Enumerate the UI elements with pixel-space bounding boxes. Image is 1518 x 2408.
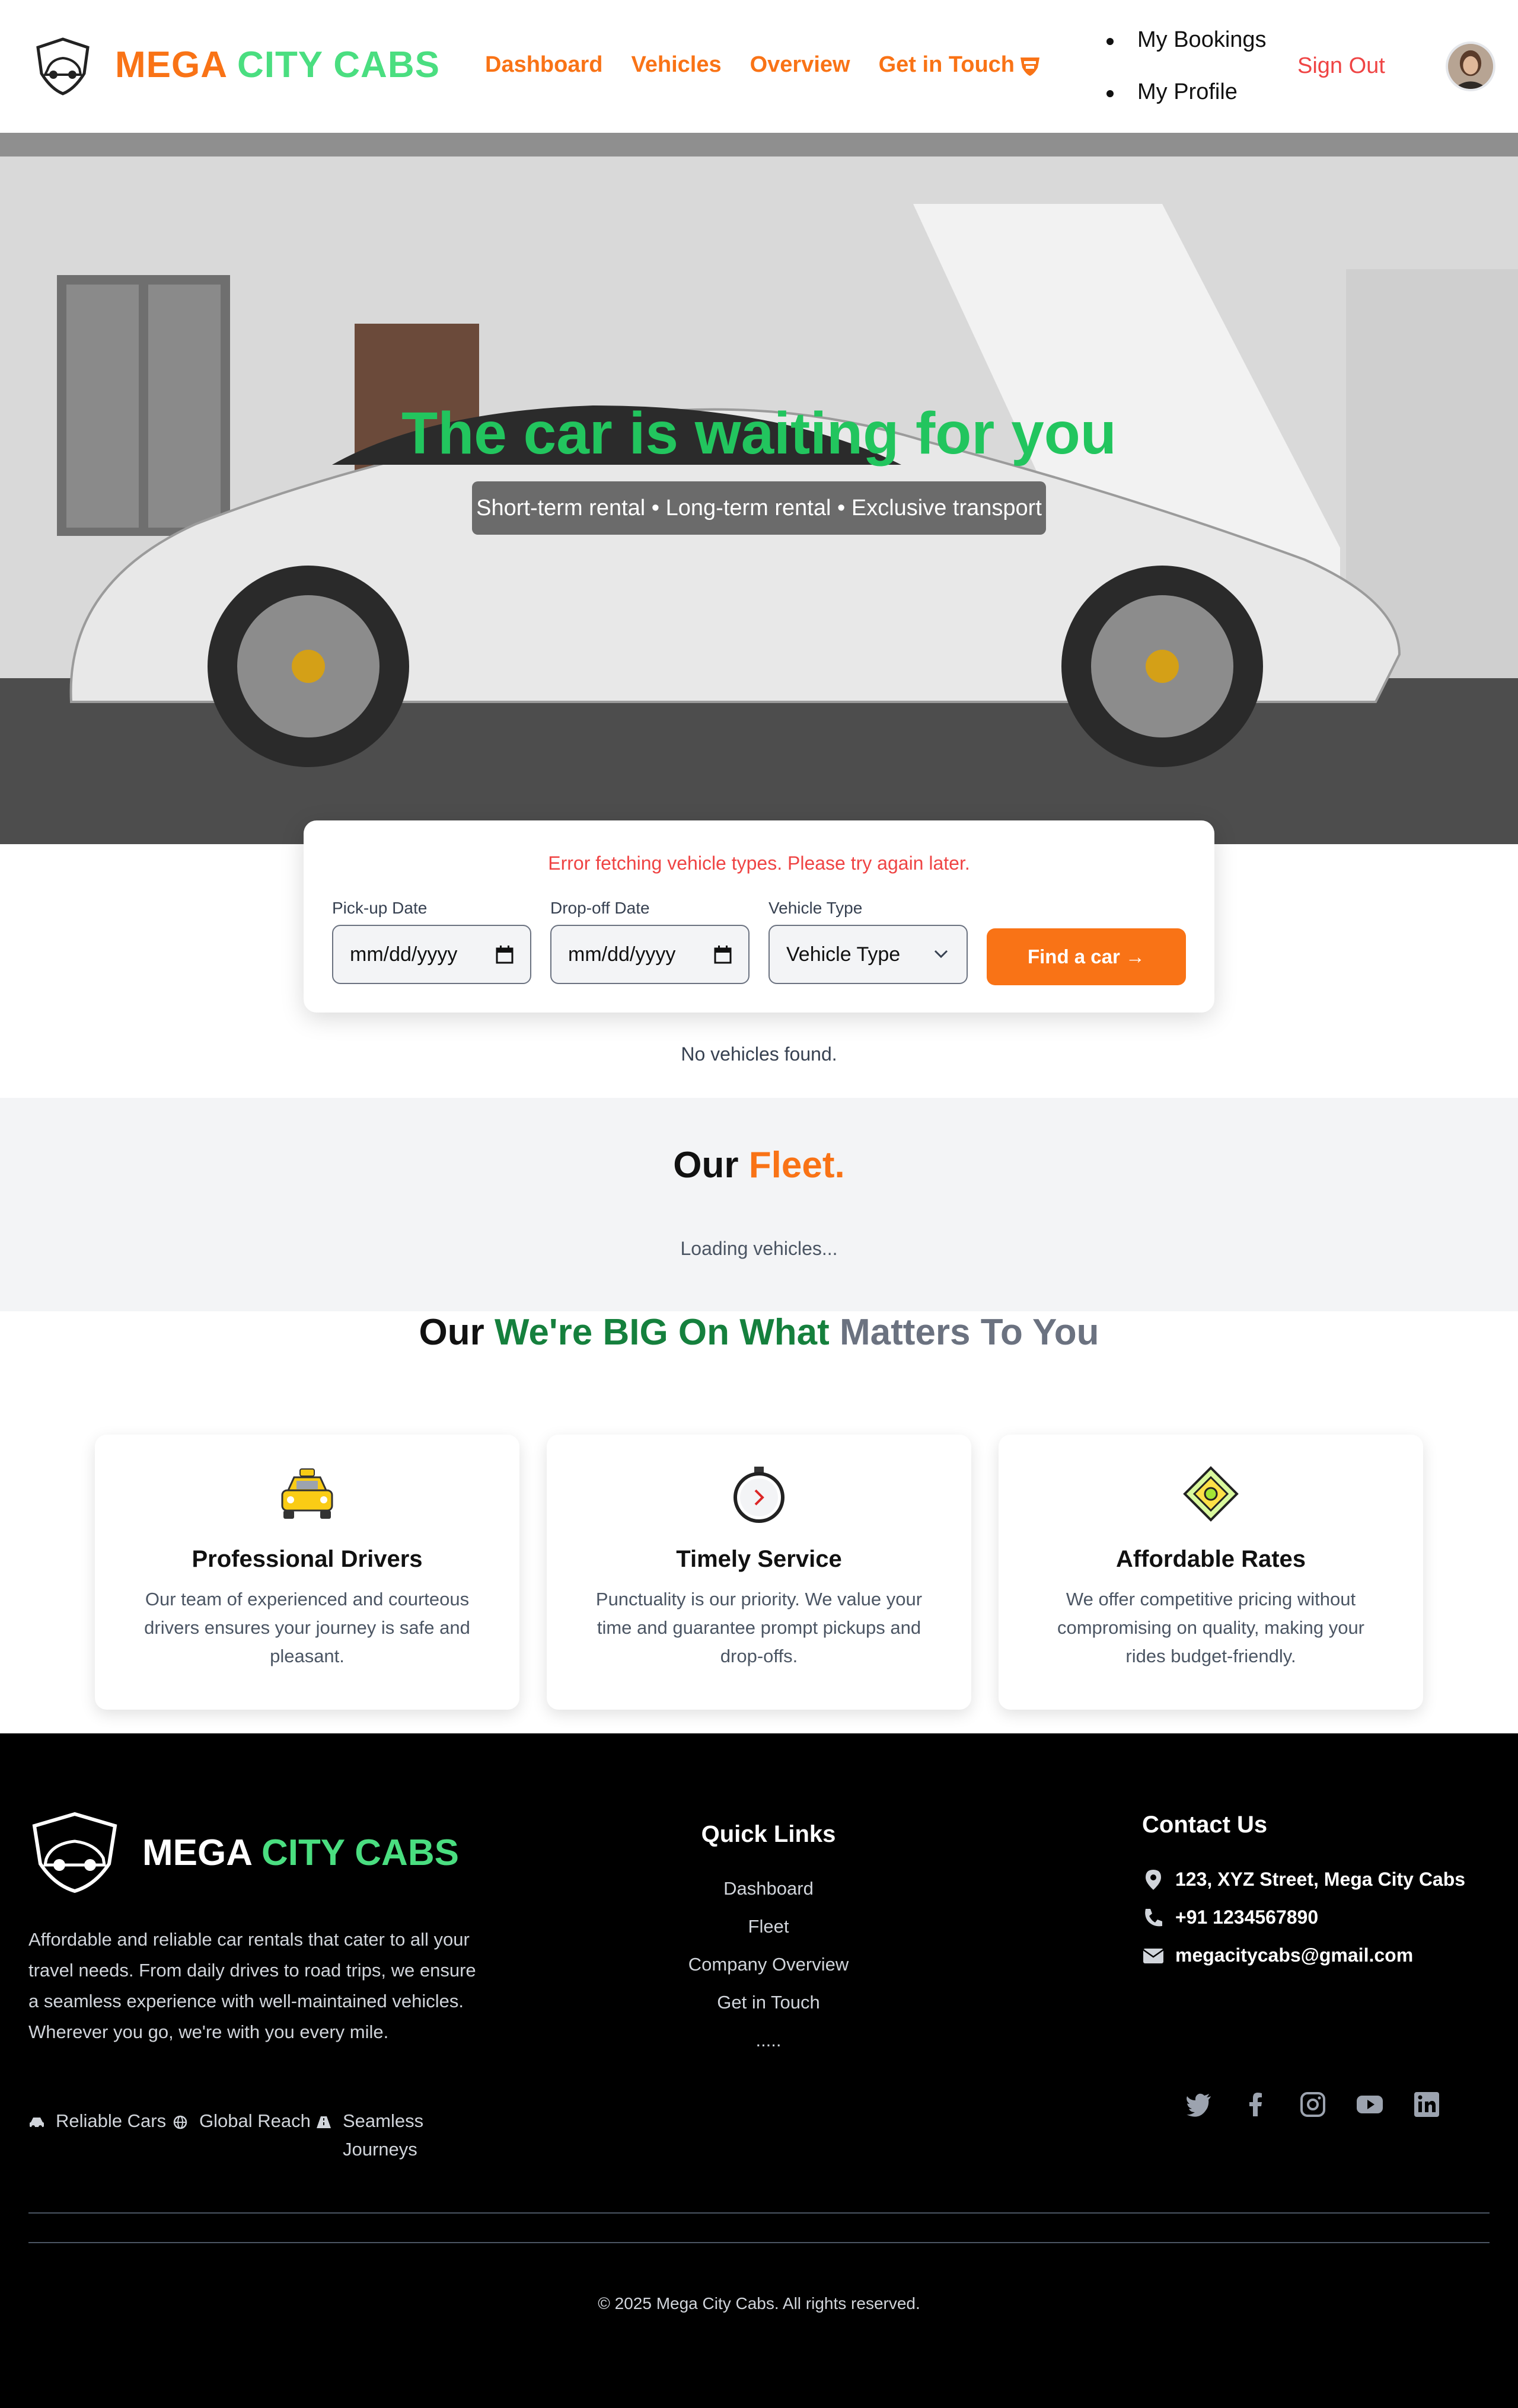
sign-out-button[interactable]: Sign Out <box>1297 53 1385 79</box>
twitter-icon[interactable] <box>1185 2090 1213 2119</box>
money-icon <box>1183 1466 1239 1522</box>
avatar[interactable] <box>1446 41 1495 91</box>
hero-title: The car is waiting for you <box>401 400 1117 467</box>
map-pin-icon <box>1146 1870 1161 1890</box>
chevron-down-icon <box>934 950 948 959</box>
feature-card-title: Affordable Rates <box>1115 1546 1306 1572</box>
phone-icon <box>1145 1909 1162 1927</box>
footer: MEGA CITY CABS Affordable and reliable c… <box>0 1733 1518 2408</box>
shield-icon[interactable] <box>1019 56 1041 77</box>
nav-vehicles-link[interactable]: Vehicles <box>631 52 721 78</box>
vehicle-type-value: Vehicle Type <box>786 943 901 966</box>
footer-feature-text: Global Reach <box>199 2110 311 2131</box>
my-profile-link[interactable]: My Profile <box>1106 77 1267 129</box>
nav-contact-link[interactable]: Get in Touch <box>879 52 1015 78</box>
features-title-a: Our <box>419 1312 484 1353</box>
quick-links-title: Quick Links <box>701 1821 836 1847</box>
globe-icon <box>173 2115 187 2129</box>
quick-link-overview[interactable]: Company Overview <box>614 1946 923 1984</box>
facebook-icon[interactable] <box>1242 2090 1270 2119</box>
contact-address-text: 123, XYZ Street, Mega City Cabs <box>1175 1869 1466 1890</box>
footer-logo-icon <box>32 1812 117 1893</box>
hero-subtitle: Short-term rental • Long-term rental • E… <box>472 481 1046 535</box>
fleet-title: Our Fleet. <box>0 1144 1518 1186</box>
youtube-icon[interactable] <box>1356 2090 1384 2119</box>
dropoff-date-label: Drop-off Date <box>550 899 650 917</box>
footer-description: Affordable and reliable car rentals that… <box>28 1929 476 2042</box>
feature-card-title: Professional Drivers <box>192 1546 423 1572</box>
error-message: Error fetching vehicle types. Please try… <box>548 852 970 874</box>
footer-features: Reliable Cars Global Reach Seamless Jour… <box>28 2107 459 2172</box>
features-title-c: Matters To You <box>839 1312 1099 1353</box>
user-menu: My Bookings My Profile <box>1106 25 1267 129</box>
footer-feature-text: Reliable Cars <box>56 2110 167 2131</box>
fleet-section: Our Fleet. Loading vehicles... <box>0 1098 1518 1311</box>
quick-link-more[interactable]: ..... <box>614 2021 923 2059</box>
pickup-date-input[interactable]: mm/dd/yyyy <box>332 925 531 984</box>
road-icon <box>317 2116 331 2128</box>
dropoff-date-input[interactable]: mm/dd/yyyy <box>550 925 750 984</box>
fleet-title-b: Fleet. <box>748 1145 845 1186</box>
footer-feature-seamless: Seamless Journeys <box>315 2107 459 2172</box>
pickup-date-label: Pick-up Date <box>332 899 428 917</box>
footer-brand-part-2: CITY CABS <box>261 1832 459 1873</box>
features-title-b: We're BIG On What <box>494 1312 830 1353</box>
feature-card-text: Our team of experienced and courteous dr… <box>144 1589 470 1666</box>
envelope-icon <box>1143 1949 1164 1963</box>
brand-part-1: MEGA <box>115 44 227 85</box>
footer-feature-reliable: Reliable Cars <box>28 2107 172 2172</box>
quick-links-list: Dashboard Fleet Company Overview Get in … <box>614 1870 923 2059</box>
brand-name[interactable]: MEGA CITY CABS <box>115 44 440 86</box>
linkedin-icon[interactable] <box>1412 2090 1441 2119</box>
footer-feature-global: Global Reach <box>172 2107 315 2172</box>
contact-phone-text: +91 1234567890 <box>1175 1906 1319 1928</box>
vehicle-type-select[interactable]: Vehicle Type <box>768 925 968 984</box>
no-vehicles-message: No vehicles found. <box>681 1043 837 1065</box>
feature-card-timely: Timely Service Punctuality is our priori… <box>547 1435 971 1710</box>
quick-link-contact[interactable]: Get in Touch <box>614 1984 923 2021</box>
fleet-title-a: Our <box>673 1145 739 1186</box>
vehicle-type-label: Vehicle Type <box>768 899 863 917</box>
dropoff-date-value: mm/dd/yyyy <box>568 943 676 966</box>
brand-part-2: CITY CABS <box>237 44 440 85</box>
nav-overview-link[interactable]: Overview <box>750 52 850 78</box>
contact-title: Contact Us <box>1142 1812 1268 1838</box>
footer-brand: MEGA CITY CABS <box>142 1832 459 1874</box>
feature-card-text: Punctuality is our priority. We value yo… <box>595 1589 923 1666</box>
feature-card-text: We offer competitive pricing without com… <box>1057 1589 1365 1666</box>
feature-card-rates: Affordable Rates We offer competitive pr… <box>999 1435 1423 1710</box>
footer-divider <box>28 2212 1490 2214</box>
feature-card-drivers: Professional Drivers Our team of experie… <box>95 1435 519 1710</box>
top-navbar: MEGA CITY CABS Dashboard Vehicles Overvi… <box>0 0 1518 133</box>
car-icon <box>30 2118 44 2129</box>
pickup-date-value: mm/dd/yyyy <box>350 943 458 966</box>
nav-links: Dashboard Vehicles Overview Get in Touch <box>485 52 1015 78</box>
stopwatch-icon <box>734 1467 784 1523</box>
instagram-icon[interactable] <box>1299 2090 1327 2119</box>
loading-message: Loading vehicles... <box>680 1238 838 1259</box>
hero-banner: The car is waiting for you Short-term re… <box>0 133 1518 844</box>
social-links <box>1185 2090 1441 2119</box>
calendar-icon[interactable] <box>496 945 514 964</box>
quick-link-fleet[interactable]: Fleet <box>614 1908 923 1946</box>
logo-icon[interactable] <box>33 37 93 96</box>
find-car-button[interactable]: Find a car → <box>987 928 1186 985</box>
quick-link-dashboard[interactable]: Dashboard <box>614 1870 923 1908</box>
contact-email-text: megacitycabs@gmail.com <box>1175 1944 1414 1966</box>
feature-card-title: Timely Service <box>676 1546 842 1572</box>
nav-dashboard-link[interactable]: Dashboard <box>485 52 602 78</box>
footer-divider <box>28 2242 1490 2243</box>
footer-brand-part-1: MEGA <box>142 1832 251 1873</box>
footer-feature-text: Seamless Journeys <box>343 2110 424 2160</box>
calendar-icon[interactable] <box>714 945 732 964</box>
features-title: Our We're BIG On What Matters To You <box>0 1311 1518 1353</box>
copyright-text: © 2025 Mega City Cabs. All rights reserv… <box>598 2294 920 2313</box>
taxi-icon <box>281 1468 333 1519</box>
search-card: Error fetching vehicle types. Please try… <box>304 820 1214 1013</box>
my-bookings-link[interactable]: My Bookings <box>1106 25 1267 77</box>
